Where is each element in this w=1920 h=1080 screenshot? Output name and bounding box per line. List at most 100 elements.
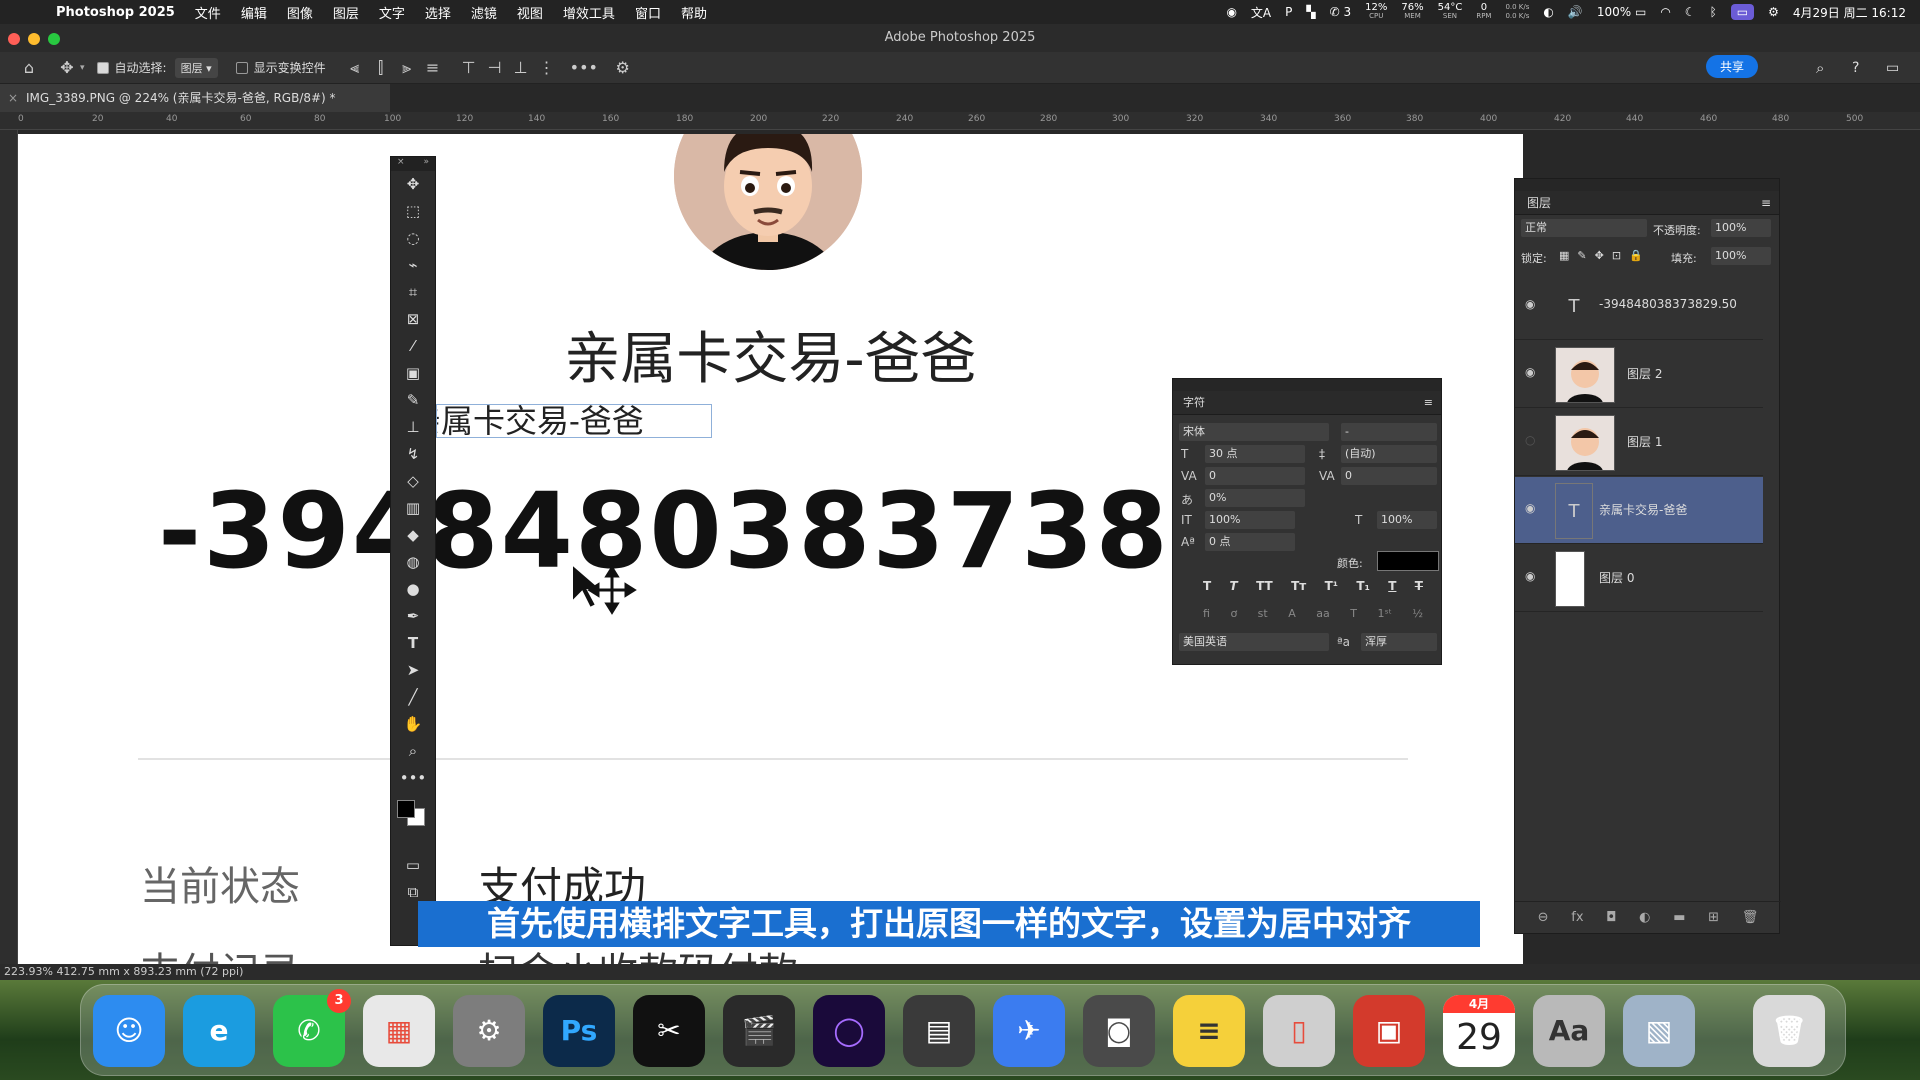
ligature-icon[interactable]: ﬁ <box>1203 607 1210 620</box>
vertical-scale-field[interactable]: 100% <box>1205 511 1295 529</box>
amount-text[interactable]: -394848038373829 <box>158 470 1319 592</box>
leading-field[interactable]: (自动) <box>1341 445 1437 463</box>
minimize-window-button[interactable] <box>28 33 40 45</box>
close-panel-icon[interactable]: × <box>397 157 405 171</box>
screen-recorder-icon[interactable]: ◯ <box>813 995 885 1067</box>
group-folder-icon[interactable]: ▬ <box>1673 910 1685 925</box>
line-tool-icon[interactable]: ╱ <box>391 684 435 711</box>
feishu-menu-icon[interactable]: ▚ <box>1306 5 1315 19</box>
mem-stat[interactable]: 76% MEM <box>1401 3 1423 21</box>
align-bottom-icon[interactable]: ⊥ <box>508 58 534 77</box>
new-layer-icon[interactable]: ⊞ <box>1708 910 1719 925</box>
layer-row[interactable]: ◉ T -394848038373829.50 <box>1515 273 1763 340</box>
gear-icon[interactable]: ⚙ <box>610 58 636 77</box>
menu-plugins[interactable]: 增效工具 <box>563 3 615 22</box>
adjustment-icon[interactable]: ◐ <box>1639 910 1650 925</box>
link-icon[interactable]: ⊖ <box>1538 910 1549 925</box>
chevron-down-icon[interactable]: ▾ <box>80 63 85 73</box>
screenshot-icon[interactable]: ◙ <box>1083 995 1155 1067</box>
font-family-dropdown[interactable]: 宋体 <box>1179 423 1329 441</box>
show-transform-checkbox[interactable] <box>235 61 248 74</box>
layer-row[interactable]: ◉ 图层 0 <box>1515 545 1763 612</box>
swash-icon[interactable]: st <box>1258 607 1268 620</box>
edge-icon[interactable]: e <box>183 995 255 1067</box>
network-stat[interactable]: 0.0 K/s 0.0 K/s <box>1505 3 1529 21</box>
notes-icon[interactable]: ≡ <box>1173 995 1245 1067</box>
vertical-ruler[interactable] <box>0 130 18 964</box>
close-window-button[interactable] <box>8 33 20 45</box>
quick-selection-tool-icon[interactable]: ⌁ <box>391 252 435 279</box>
menu-filter[interactable]: 滤镜 <box>471 3 497 22</box>
feishu-icon[interactable]: ✈ <box>993 995 1065 1067</box>
screen-mirroring-icon[interactable]: ▭ <box>1730 4 1755 20</box>
share-button[interactable]: 共享 <box>1706 55 1759 78</box>
lock-icons[interactable]: ▦✎✥⊡🔒 <box>1559 249 1651 262</box>
dictionary-icon[interactable]: Aa <box>1533 995 1605 1067</box>
menu-image[interactable]: 图像 <box>287 3 313 22</box>
tsume-field[interactable]: 0% <box>1205 489 1305 507</box>
align-right-icon[interactable]: ⫸ <box>394 58 420 78</box>
fan-stat[interactable]: 0 RPM <box>1476 3 1491 21</box>
wechat-menu-icon[interactable]: ✆ 3 <box>1330 5 1352 19</box>
trash-icon[interactable]: 🗑 <box>1753 995 1825 1067</box>
calculator-icon[interactable]: ▤ <box>903 995 975 1067</box>
bluetooth-icon[interactable]: ᛒ <box>1710 5 1717 19</box>
more-options-icon[interactable]: ••• <box>570 58 598 77</box>
healing-brush-tool-icon[interactable]: ▣ <box>391 360 435 387</box>
collapse-panel-icon[interactable]: » <box>423 157 429 171</box>
layers-tab[interactable]: 图层 ≡ <box>1515 191 1779 215</box>
subscript-icon[interactable]: T₁ <box>1356 579 1369 593</box>
kerning-field[interactable]: 0 <box>1205 467 1305 485</box>
gradient-tool-icon[interactable]: ▥ <box>391 495 435 522</box>
finder-icon[interactable]: ☺ <box>93 995 165 1067</box>
close-tab-icon[interactable]: × <box>8 84 18 112</box>
opacity-field[interactable]: 100% <box>1711 219 1771 237</box>
document-info[interactable]: 223.93% 412.75 mm x 893.23 mm (72 ppi) <box>4 965 243 978</box>
small-caps-icon[interactable]: Tт <box>1291 579 1306 593</box>
type-tool-icon[interactable]: T <box>391 630 435 657</box>
blur-tool-icon[interactable]: ◆ <box>391 522 435 549</box>
zoom-tool-icon[interactable]: ⌕ <box>391 738 435 765</box>
underline-icon[interactable]: T <box>1388 579 1396 593</box>
dodge-tool-icon[interactable]: ◍ <box>391 549 435 576</box>
menu-app-name[interactable]: Photoshop 2025 <box>56 5 175 20</box>
battery-status[interactable]: 100% ▭ <box>1597 5 1646 19</box>
panel-menu-icon[interactable]: ≡ <box>1424 391 1433 415</box>
stylistic-icon[interactable]: A <box>1288 607 1296 620</box>
wifi-icon[interactable]: ◠ <box>1660 5 1670 19</box>
mask-icon[interactable]: ◘ <box>1606 910 1616 925</box>
calendar-icon[interactable]: 4月 29 <box>1443 995 1515 1067</box>
language-dropdown[interactable]: 美国英语 <box>1179 633 1329 651</box>
menu-window[interactable]: 窗口 <box>635 3 661 22</box>
quick-mask-icon[interactable]: ▭ <box>391 852 435 879</box>
typed-text-box[interactable]: 亲属卡交易-爸爸 <box>436 404 712 438</box>
document-tab[interactable]: × IMG_3389.PNG @ 224% (亲属卡交易-爸爸, RGB/8#)… <box>0 84 390 112</box>
pen-tool-icon[interactable]: ✒ <box>391 603 435 630</box>
input-source-icon[interactable]: 文A <box>1251 4 1271 21</box>
launchpad-icon[interactable]: ▦ <box>363 995 435 1067</box>
record-icon[interactable]: ◉ <box>1226 5 1236 19</box>
move-tool-preset-icon[interactable]: ✥ <box>54 58 80 77</box>
eye-icon[interactable]: ◉ <box>1525 501 1535 515</box>
pixpin-icon[interactable]: P <box>1285 5 1292 19</box>
control-center-icon[interactable]: ⚙ <box>1768 5 1779 19</box>
brush-tool-icon[interactable]: ✎ <box>391 387 435 414</box>
auto-select-target-dropdown[interactable]: 图层 ▾ <box>174 57 218 78</box>
app-menu-icon[interactable]: ◐ <box>1543 5 1553 19</box>
align-left-icon[interactable]: ⫷ <box>342 58 368 78</box>
volume-icon[interactable]: 🔊 <box>1568 5 1583 19</box>
zoom-window-button[interactable] <box>48 33 60 45</box>
marquee-tool-icon[interactable]: ⬚ <box>391 198 435 225</box>
fx-icon[interactable]: fx <box>1571 910 1583 925</box>
faux-italic-icon[interactable]: T <box>1230 579 1238 593</box>
final-cut-icon[interactable]: 🎬 <box>723 995 795 1067</box>
home-icon[interactable]: ⌂ <box>16 58 42 77</box>
faux-bold-icon[interactable]: T <box>1203 579 1211 593</box>
horizontal-ruler[interactable]: 0 20 40 60 80 100 120 140 160 180 200 22… <box>0 112 1920 130</box>
menu-help[interactable]: 帮助 <box>681 3 707 22</box>
foreground-color-swatch[interactable] <box>397 800 415 818</box>
move-tool-icon[interactable]: ✥ <box>391 171 435 198</box>
capcut-icon[interactable]: ✂ <box>633 995 705 1067</box>
align-top-icon[interactable]: ⊤ <box>456 58 482 77</box>
history-brush-tool-icon[interactable]: ↯ <box>391 441 435 468</box>
